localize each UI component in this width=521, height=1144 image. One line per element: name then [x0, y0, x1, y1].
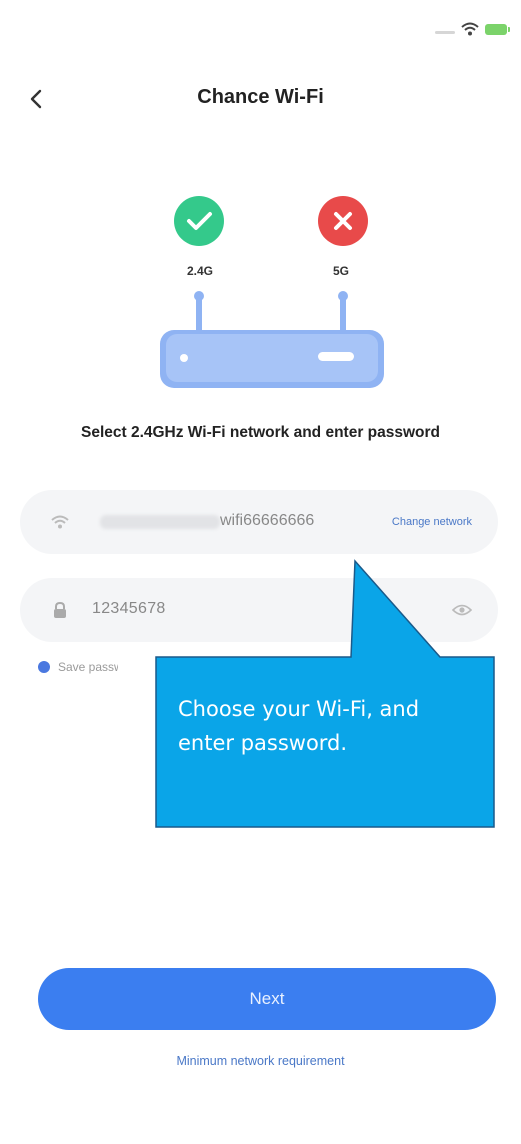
page-title: Chance Wi-Fi [197, 86, 324, 108]
ssid-redacted [100, 515, 220, 529]
save-password-row[interactable]: Save passw [38, 660, 118, 674]
instruction-text: Select 2.4GHz Wi-Fi network and enter pa… [80, 424, 441, 441]
ssid-text: wifi66666666 [220, 512, 315, 529]
password-field[interactable]: 12345678 [20, 578, 498, 642]
min-requirement-link[interactable]: Minimum network requirement [0, 1054, 521, 1068]
change-network-link[interactable]: Change network [392, 516, 472, 528]
save-password-checkbox[interactable] [38, 661, 50, 673]
password-value: 12345678 [92, 600, 166, 617]
band-5g-label: 5G [333, 264, 350, 278]
save-password-label: Save passw [58, 660, 118, 674]
band-24g-label: 2.4G [187, 264, 214, 278]
tooltip-text: Choose your Wi-Fi, and enter password. [178, 697, 420, 755]
router-graphic [160, 196, 384, 388]
wifi-icon [461, 22, 479, 36]
eye-icon[interactable] [452, 602, 472, 618]
status-bar [435, 22, 510, 36]
next-button[interactable]: Next [38, 968, 496, 1030]
lock-icon [54, 601, 66, 618]
router-illustration: 2.4G 5G [140, 188, 390, 393]
wifi-icon [51, 515, 69, 529]
wifi-network-field[interactable]: wifi66666666 Change network [20, 490, 498, 554]
signal-icon [435, 30, 455, 34]
battery-icon [485, 23, 510, 35]
check-badge-icon [174, 196, 224, 246]
